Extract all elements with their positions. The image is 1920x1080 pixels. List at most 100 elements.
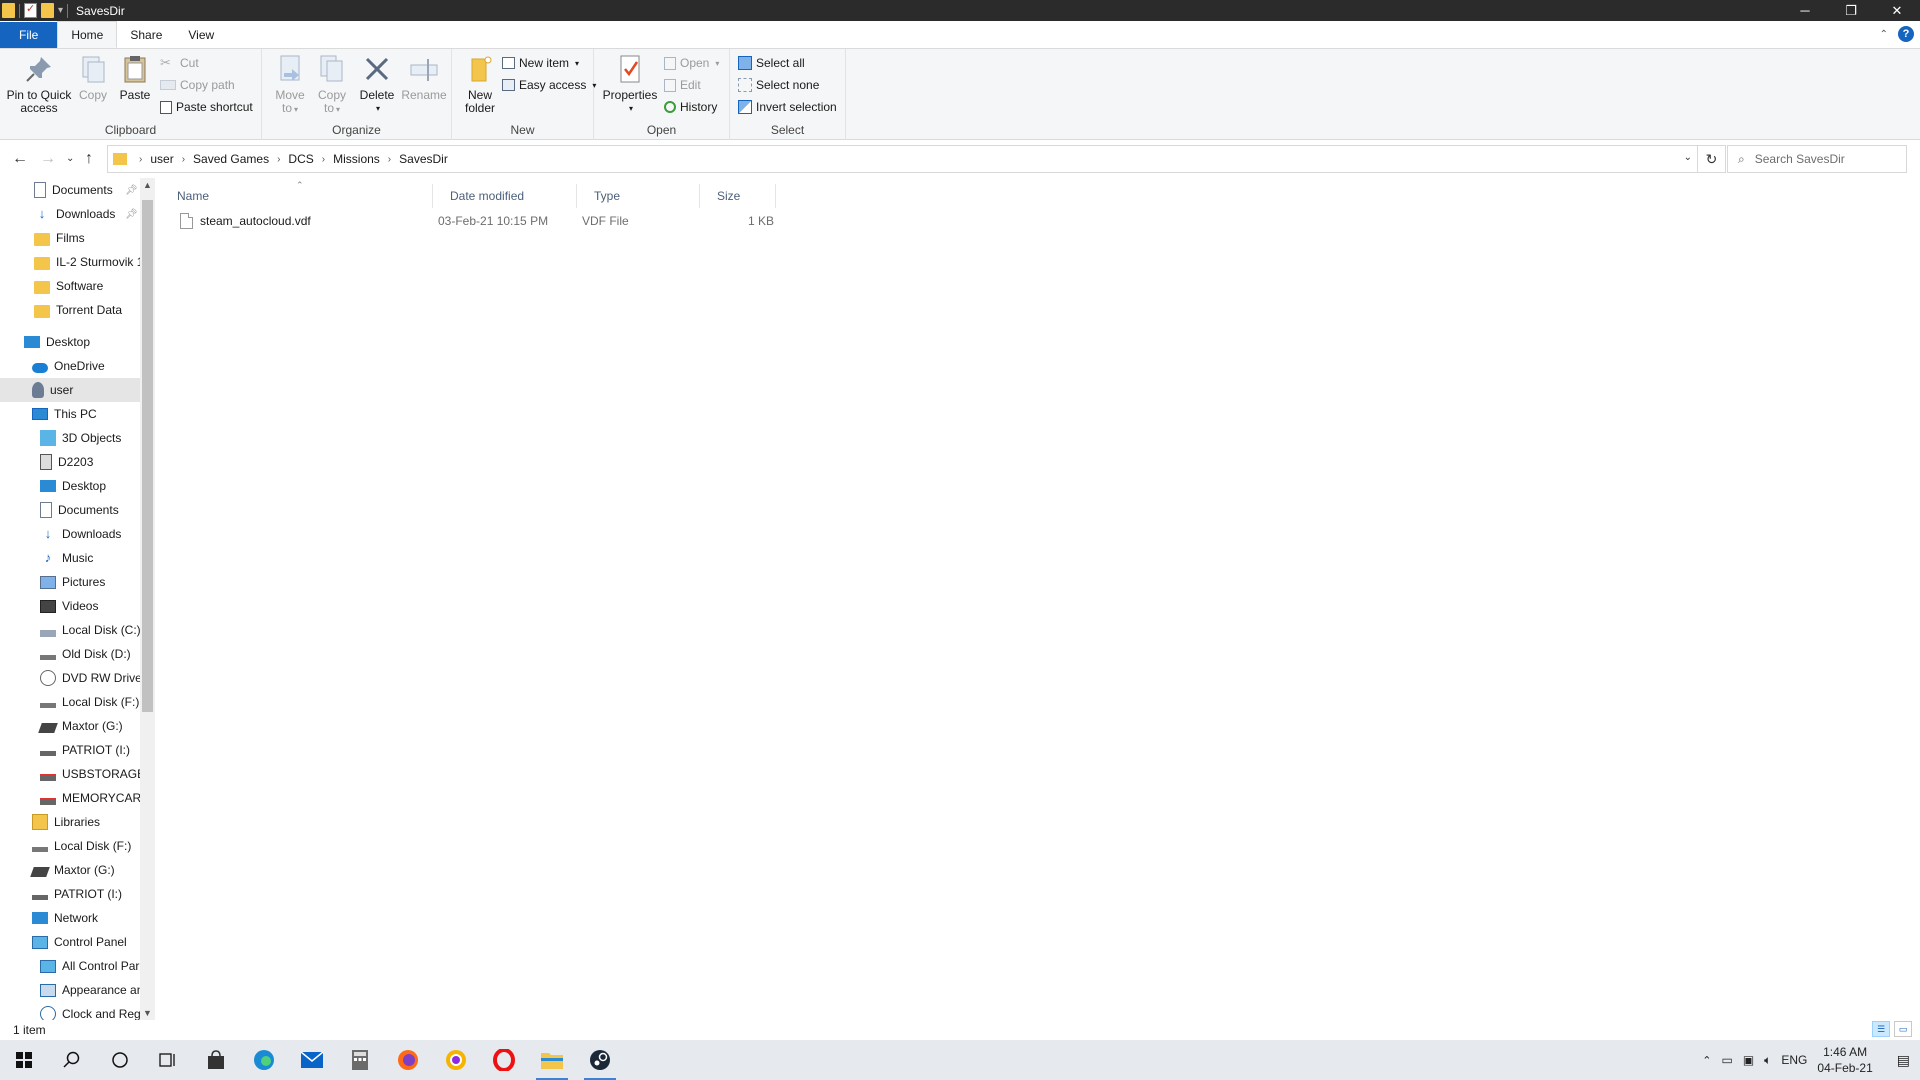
nav-item-user[interactable]: user xyxy=(0,378,140,402)
recent-locations-chevron-icon[interactable]: ⌄ xyxy=(66,153,74,164)
details-view-button[interactable]: ☰ xyxy=(1872,1021,1890,1037)
nav-item-clock-and-regi[interactable]: Clock and Regi xyxy=(0,1002,140,1020)
battery-icon[interactable]: ▭ xyxy=(1721,1053,1732,1067)
nav-item-downloads[interactable]: ↓ Downloads xyxy=(0,522,140,546)
edit-button[interactable]: Edit xyxy=(664,75,701,95)
paste-shortcut-button[interactable]: Paste shortcut xyxy=(160,97,253,117)
nav-item-films[interactable]: Films xyxy=(0,226,140,250)
back-arrow-icon[interactable]: ← xyxy=(12,150,28,168)
nav-item-downloads[interactable]: ↓ Downloads 📌︎ xyxy=(0,202,140,226)
collapse-ribbon-chevron-icon[interactable]: ⌃ xyxy=(1880,29,1888,40)
rename-button[interactable]: Rename xyxy=(401,53,447,102)
file-explorer-app[interactable] xyxy=(528,1040,576,1080)
nav-item-network[interactable]: Network xyxy=(0,906,140,930)
nav-item-all-control-par[interactable]: All Control Par xyxy=(0,954,140,978)
nav-item-il-2-sturmovik-1[interactable]: IL-2 Sturmovik 1 xyxy=(0,250,140,274)
column-header-date[interactable]: Date modified xyxy=(433,184,577,208)
column-header-name[interactable]: ⌃ Name xyxy=(160,180,433,208)
tab-home[interactable]: Home xyxy=(57,21,118,48)
breadcrumb-saved-games[interactable]: Saved Games xyxy=(193,152,269,166)
history-button[interactable]: History xyxy=(664,97,717,117)
notifications-icon[interactable]: ▤ xyxy=(1897,1052,1910,1069)
delete-button[interactable]: Delete ▾ xyxy=(358,53,396,115)
chrome-app[interactable] xyxy=(432,1040,480,1080)
restore-button[interactable]: ❐ xyxy=(1828,0,1874,21)
copy-button[interactable]: Copy xyxy=(76,53,110,102)
breadcrumb-missions[interactable]: Missions xyxy=(333,152,380,166)
refresh-button[interactable]: ↻ xyxy=(1698,145,1726,173)
close-button[interactable]: ✕ xyxy=(1874,0,1920,21)
new-folder-button[interactable]: New folder xyxy=(458,53,502,115)
opera-app[interactable] xyxy=(480,1040,528,1080)
breadcrumb-separator[interactable]: › xyxy=(182,154,185,165)
show-hidden-icons-chevron-icon[interactable]: ⌃ xyxy=(1702,1054,1711,1067)
move-to-button[interactable]: Move to ▾ xyxy=(272,53,308,116)
scroll-up-icon[interactable]: ▲ xyxy=(143,180,152,190)
scroll-down-icon[interactable]: ▼ xyxy=(143,1008,152,1018)
scroll-thumb[interactable] xyxy=(142,200,153,712)
nav-item-documents[interactable]: Documents xyxy=(0,498,140,522)
table-row[interactable]: steam_autocloud.vdf 03-Feb-21 10:15 PM V… xyxy=(160,210,780,232)
nav-item-local-disk-f[interactable]: Local Disk (F:) xyxy=(0,834,140,858)
tab-view[interactable]: View xyxy=(175,22,227,48)
nav-item-pictures[interactable]: Pictures xyxy=(0,570,140,594)
large-icons-view-button[interactable]: ▭ xyxy=(1894,1021,1912,1037)
up-arrow-icon[interactable]: ↑ xyxy=(85,150,93,168)
pin-to-quick-access-button[interactable]: Pin to Quick access xyxy=(6,53,72,115)
nav-item-dvd-rw-drive[interactable]: DVD RW Drive xyxy=(0,666,140,690)
breadcrumb-dcs[interactable]: DCS xyxy=(288,152,313,166)
copy-path-button[interactable]: Copy path xyxy=(160,75,235,95)
steam-app[interactable] xyxy=(576,1040,624,1080)
nav-item-videos[interactable]: Videos xyxy=(0,594,140,618)
volume-icon[interactable]: 🔈︎ xyxy=(1764,1053,1771,1068)
nav-item-maxtor-g[interactable]: Maxtor (G:) xyxy=(0,714,140,738)
nav-item-appearance-an[interactable]: Appearance an xyxy=(0,978,140,1002)
open-button[interactable]: Open ▾ xyxy=(664,53,719,73)
nav-item-music[interactable]: ♪ Music xyxy=(0,546,140,570)
properties-button[interactable]: Properties ▾ xyxy=(603,53,657,115)
easy-access-button[interactable]: Easy access ▾ xyxy=(502,75,596,95)
nav-item-documents[interactable]: Documents 📌︎ xyxy=(0,178,140,202)
nav-item-3d-objects[interactable]: 3D Objects xyxy=(0,426,140,450)
breadcrumb-savesdir[interactable]: SavesDir xyxy=(399,152,448,166)
help-icon[interactable]: ? xyxy=(1898,26,1914,42)
nav-item-maxtor-g[interactable]: Maxtor (G:) xyxy=(0,858,140,882)
mail-app[interactable] xyxy=(288,1040,336,1080)
firefox-app[interactable] xyxy=(384,1040,432,1080)
start-button[interactable] xyxy=(0,1040,48,1080)
address-history-chevron-icon[interactable]: ⌄ xyxy=(1684,152,1692,163)
nav-item-onedrive[interactable]: OneDrive xyxy=(0,354,140,378)
breadcrumb-separator[interactable]: › xyxy=(139,154,142,165)
properties-qa-icon[interactable] xyxy=(24,2,37,18)
nav-item-d2203[interactable]: D2203 xyxy=(0,450,140,474)
calculator-app[interactable] xyxy=(336,1040,384,1080)
tab-share[interactable]: Share xyxy=(117,22,175,48)
nav-item-patriot-i[interactable]: PATRIOT (I:) xyxy=(0,882,140,906)
nav-item-memorycard[interactable]: MEMORYCARD xyxy=(0,786,140,810)
invert-selection-button[interactable]: Invert selection xyxy=(738,97,837,117)
customize-qa-chevron-icon[interactable]: ▾ xyxy=(58,5,63,16)
column-header-size[interactable]: Size xyxy=(700,184,776,208)
new-item-button[interactable]: New item ▾ xyxy=(502,53,579,73)
breadcrumb-separator[interactable]: › xyxy=(322,154,325,165)
cortana-button[interactable] xyxy=(96,1040,144,1080)
paste-button[interactable]: Paste xyxy=(118,53,152,102)
task-view-button[interactable] xyxy=(144,1040,192,1080)
breadcrumb-user[interactable]: user xyxy=(150,152,173,166)
new-folder-qa-icon[interactable] xyxy=(41,3,54,18)
network-icon[interactable]: ▣ xyxy=(1743,1053,1754,1067)
edge-app[interactable] xyxy=(240,1040,288,1080)
nav-item-patriot-i[interactable]: PATRIOT (I:) xyxy=(0,738,140,762)
forward-arrow-icon[interactable]: → xyxy=(40,150,56,168)
address-bar[interactable]: › user › Saved Games › DCS › Missions › … xyxy=(107,145,1698,173)
nav-item-desktop[interactable]: Desktop xyxy=(0,474,140,498)
breadcrumb-separator[interactable]: › xyxy=(388,154,391,165)
navigation-scrollbar[interactable]: ▲ ▼ xyxy=(140,178,155,1020)
nav-item-control-panel[interactable]: Control Panel xyxy=(0,930,140,954)
nav-item-software[interactable]: Software xyxy=(0,274,140,298)
nav-item-libraries[interactable]: Libraries xyxy=(0,810,140,834)
nav-item-desktop[interactable]: Desktop xyxy=(0,330,140,354)
cut-button[interactable]: ✂ Cut xyxy=(160,53,199,73)
copy-to-button[interactable]: Copy to ▾ xyxy=(314,53,350,116)
delete-chevron-icon[interactable]: ▾ xyxy=(376,102,380,115)
